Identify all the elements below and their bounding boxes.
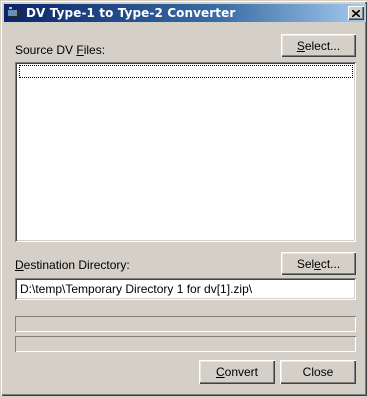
- convert-text-rest: onvert: [224, 365, 259, 379]
- destination-label-text-rest: estination Directory:: [23, 258, 130, 272]
- progress-bar-primary: [15, 316, 356, 332]
- close-button[interactable]: Close: [280, 360, 356, 384]
- destination-label: Destination Directory:: [15, 258, 130, 272]
- source-select-button[interactable]: Select...: [281, 34, 356, 57]
- source-files-list[interactable]: [15, 62, 356, 242]
- source-files-label-text: Source DV: [15, 43, 77, 57]
- destination-select-mnemonic: e: [314, 256, 321, 271]
- source-select-mnemonic: S: [296, 38, 305, 53]
- close-button-label: Close: [302, 365, 334, 379]
- source-files-label-text-rest: iles:: [83, 43, 106, 57]
- destination-path-value: D:\temp\Temporary Directory 1 for dv[1].…: [20, 282, 253, 296]
- dialog-window: DV Type-1 to Type-2 Converter Source DV …: [0, 0, 368, 397]
- title-bar[interactable]: DV Type-1 to Type-2 Converter: [4, 4, 366, 22]
- convert-mnemonic: C: [215, 365, 225, 379]
- destination-label-mnemonic: D: [15, 258, 24, 272]
- convert-button[interactable]: Convert: [199, 360, 275, 384]
- destination-select-text-rest: ct...: [320, 256, 341, 271]
- destination-select-button[interactable]: Sel e ct...: [281, 252, 356, 275]
- destination-select-text: Sel: [296, 256, 315, 271]
- destination-path-field[interactable]: D:\temp\Temporary Directory 1 for dv[1].…: [15, 278, 356, 300]
- list-focus-rectangle: [19, 65, 353, 78]
- source-files-label: Source DV Files:: [15, 43, 105, 57]
- close-window-button[interactable]: [348, 6, 364, 20]
- source-select-text-rest: elect...: [304, 38, 341, 53]
- progress-bar-secondary: [15, 336, 356, 352]
- app-icon: [6, 6, 22, 20]
- window-title: DV Type-1 to Type-2 Converter: [26, 6, 236, 20]
- source-files-label-mnemonic: F: [76, 43, 84, 57]
- close-icon: [352, 9, 360, 17]
